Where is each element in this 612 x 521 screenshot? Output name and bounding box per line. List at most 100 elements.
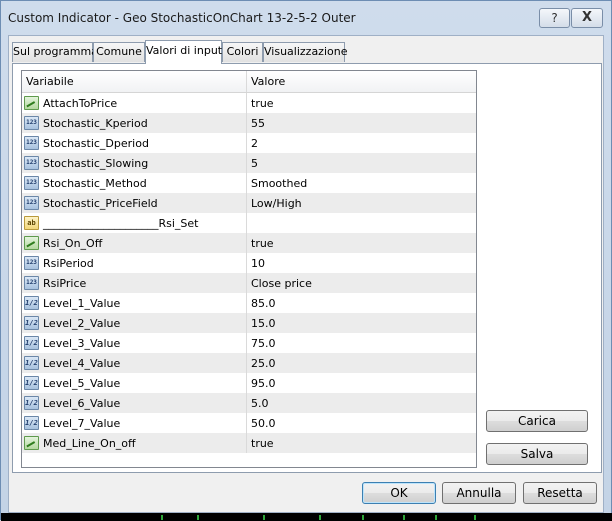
ok-button[interactable]: OK bbox=[362, 482, 436, 504]
table-row[interactable]: AttachToPrice true bbox=[22, 93, 476, 113]
value-cell[interactable]: 75.0 bbox=[247, 337, 276, 350]
variable-name: Stochastic_Dperiod bbox=[43, 136, 149, 150]
tab-visualizzazione[interactable]: Visualizzazione bbox=[263, 42, 347, 62]
value-cell[interactable]: true bbox=[247, 437, 274, 450]
help-button[interactable]: ? bbox=[539, 8, 570, 28]
save-button[interactable]: Salva bbox=[486, 443, 588, 465]
column-header-value[interactable]: Valore bbox=[247, 71, 285, 92]
table-row[interactable]: 1/2 Level_5_Value 95.0 bbox=[22, 373, 476, 393]
dialog-window: Custom Indicator - Geo StochasticOnChart… bbox=[0, 0, 612, 521]
integer-type-icon: 123 bbox=[24, 156, 39, 170]
value-cell[interactable]: Low/High bbox=[247, 197, 302, 210]
double-type-icon: 1/2 bbox=[24, 376, 39, 390]
cancel-button[interactable]: Annulla bbox=[442, 482, 516, 504]
value-cell[interactable]: Close price bbox=[247, 277, 312, 290]
table-row[interactable]: 123 RsiPrice Close price bbox=[22, 273, 476, 293]
integer-type-icon: 123 bbox=[24, 136, 39, 150]
double-type-icon: 1/2 bbox=[24, 296, 39, 310]
table-row[interactable]: 1/2 Level_3_Value 75.0 bbox=[22, 333, 476, 353]
variable-name: Level_6_Value bbox=[43, 396, 121, 410]
variable-cell: Med_Line_On_off bbox=[22, 433, 247, 453]
variable-cell: ab _____________________Rsi_Set bbox=[22, 213, 247, 233]
close-button[interactable]: X bbox=[571, 8, 603, 28]
value-cell[interactable]: 25.0 bbox=[247, 357, 276, 370]
variable-cell: 1/2 Level_3_Value bbox=[22, 333, 247, 353]
variable-name: Level_1_Value bbox=[43, 296, 121, 310]
variable-name: Rsi_On_Off bbox=[43, 236, 103, 250]
grid-header: Variabile Valore bbox=[22, 71, 476, 93]
value-cell[interactable]: Smoothed bbox=[247, 177, 307, 190]
variable-name: Stochastic_Method bbox=[43, 176, 147, 190]
value-cell[interactable]: 95.0 bbox=[247, 377, 276, 390]
double-type-icon: 1/2 bbox=[24, 396, 39, 410]
dialog-client-area: Sul programma Comune Valori di input Col… bbox=[8, 35, 604, 513]
variable-name: RsiPrice bbox=[43, 276, 87, 290]
table-row[interactable]: 123 Stochastic_Dperiod 2 bbox=[22, 133, 476, 153]
value-cell[interactable]: true bbox=[247, 97, 274, 110]
variable-cell: Rsi_On_Off bbox=[22, 233, 247, 253]
value-cell[interactable]: 55 bbox=[247, 117, 265, 130]
table-row[interactable]: ab _____________________Rsi_Set bbox=[22, 213, 476, 233]
variable-cell: AttachToPrice bbox=[22, 93, 247, 113]
variable-cell: 1/2 Level_1_Value bbox=[22, 293, 247, 313]
table-row[interactable]: 123 RsiPeriod 10 bbox=[22, 253, 476, 273]
boolean-type-icon bbox=[24, 236, 39, 250]
variable-name: Level_5_Value bbox=[43, 376, 121, 390]
integer-type-icon: 123 bbox=[24, 116, 39, 130]
value-cell[interactable]: 5 bbox=[247, 157, 258, 170]
variable-name: RsiPeriod bbox=[43, 256, 94, 270]
tab-colori[interactable]: Colori bbox=[222, 42, 263, 62]
variable-cell: 123 Stochastic_Kperiod bbox=[22, 113, 247, 133]
tab-sul-programma[interactable]: Sul programma bbox=[12, 42, 98, 62]
table-row[interactable]: 1/2 Level_6_Value 5.0 bbox=[22, 393, 476, 413]
value-cell[interactable]: 15.0 bbox=[247, 317, 276, 330]
variable-name: Level_4_Value bbox=[43, 356, 121, 370]
reset-button[interactable]: Resetta bbox=[523, 482, 597, 504]
table-row[interactable]: 123 Stochastic_PriceField Low/High bbox=[22, 193, 476, 213]
table-row[interactable]: Med_Line_On_off true bbox=[22, 433, 476, 453]
table-row[interactable]: 1/2 Level_1_Value 85.0 bbox=[22, 293, 476, 313]
double-type-icon: 1/2 bbox=[24, 416, 39, 430]
tab-comune[interactable]: Comune bbox=[93, 42, 145, 62]
variable-cell: 123 RsiPrice bbox=[22, 273, 247, 293]
variable-name: Stochastic_Slowing bbox=[43, 156, 149, 170]
title-bar[interactable]: Custom Indicator - Geo StochasticOnChart… bbox=[1, 1, 611, 35]
table-row[interactable]: 123 Stochastic_Method Smoothed bbox=[22, 173, 476, 193]
value-cell[interactable]: 85.0 bbox=[247, 297, 276, 310]
variable-cell: 1/2 Level_7_Value bbox=[22, 413, 247, 433]
value-cell[interactable]: true bbox=[247, 237, 274, 250]
value-cell[interactable]: 2 bbox=[247, 137, 258, 150]
variable-cell: 1/2 Level_2_Value bbox=[22, 313, 247, 333]
variable-cell: 1/2 Level_6_Value bbox=[22, 393, 247, 413]
load-button[interactable]: Carica bbox=[486, 410, 588, 432]
value-cell[interactable]: 10 bbox=[247, 257, 265, 270]
table-row[interactable]: 1/2 Level_2_Value 15.0 bbox=[22, 313, 476, 333]
integer-type-icon: 123 bbox=[24, 176, 39, 190]
tab-valori-di-input[interactable]: Valori di input bbox=[145, 40, 222, 64]
variable-cell: 123 Stochastic_Slowing bbox=[22, 153, 247, 173]
integer-type-icon: 123 bbox=[24, 256, 39, 270]
variable-cell: 123 Stochastic_Method bbox=[22, 173, 247, 193]
boolean-type-icon bbox=[24, 96, 39, 110]
column-header-variable[interactable]: Variabile bbox=[22, 71, 247, 92]
value-cell[interactable]: 50.0 bbox=[247, 417, 276, 430]
integer-type-icon: 123 bbox=[24, 196, 39, 210]
value-cell[interactable]: 5.0 bbox=[247, 397, 269, 410]
table-row[interactable]: 1/2 Level_4_Value 25.0 bbox=[22, 353, 476, 373]
table-row[interactable]: 1/2 Level_7_Value 50.0 bbox=[22, 413, 476, 433]
double-type-icon: 1/2 bbox=[24, 336, 39, 350]
variable-name: Stochastic_PriceField bbox=[43, 196, 158, 210]
variable-name: Med_Line_On_off bbox=[43, 436, 136, 450]
variable-cell: 123 Stochastic_Dperiod bbox=[22, 133, 247, 153]
integer-type-icon: 123 bbox=[24, 276, 39, 290]
double-type-icon: 1/2 bbox=[24, 316, 39, 330]
window-title: Custom Indicator - Geo StochasticOnChart… bbox=[8, 11, 356, 25]
parameters-grid[interactable]: Variabile Valore AttachToPrice true 123 Sto… bbox=[21, 70, 477, 468]
boolean-type-icon bbox=[24, 436, 39, 450]
variable-cell: 123 Stochastic_PriceField bbox=[22, 193, 247, 213]
variable-cell: 123 RsiPeriod bbox=[22, 253, 247, 273]
table-row[interactable]: 123 Stochastic_Slowing 5 bbox=[22, 153, 476, 173]
table-row[interactable]: Rsi_On_Off true bbox=[22, 233, 476, 253]
table-row[interactable]: 123 Stochastic_Kperiod 55 bbox=[22, 113, 476, 133]
variable-name: Level_7_Value bbox=[43, 416, 121, 430]
